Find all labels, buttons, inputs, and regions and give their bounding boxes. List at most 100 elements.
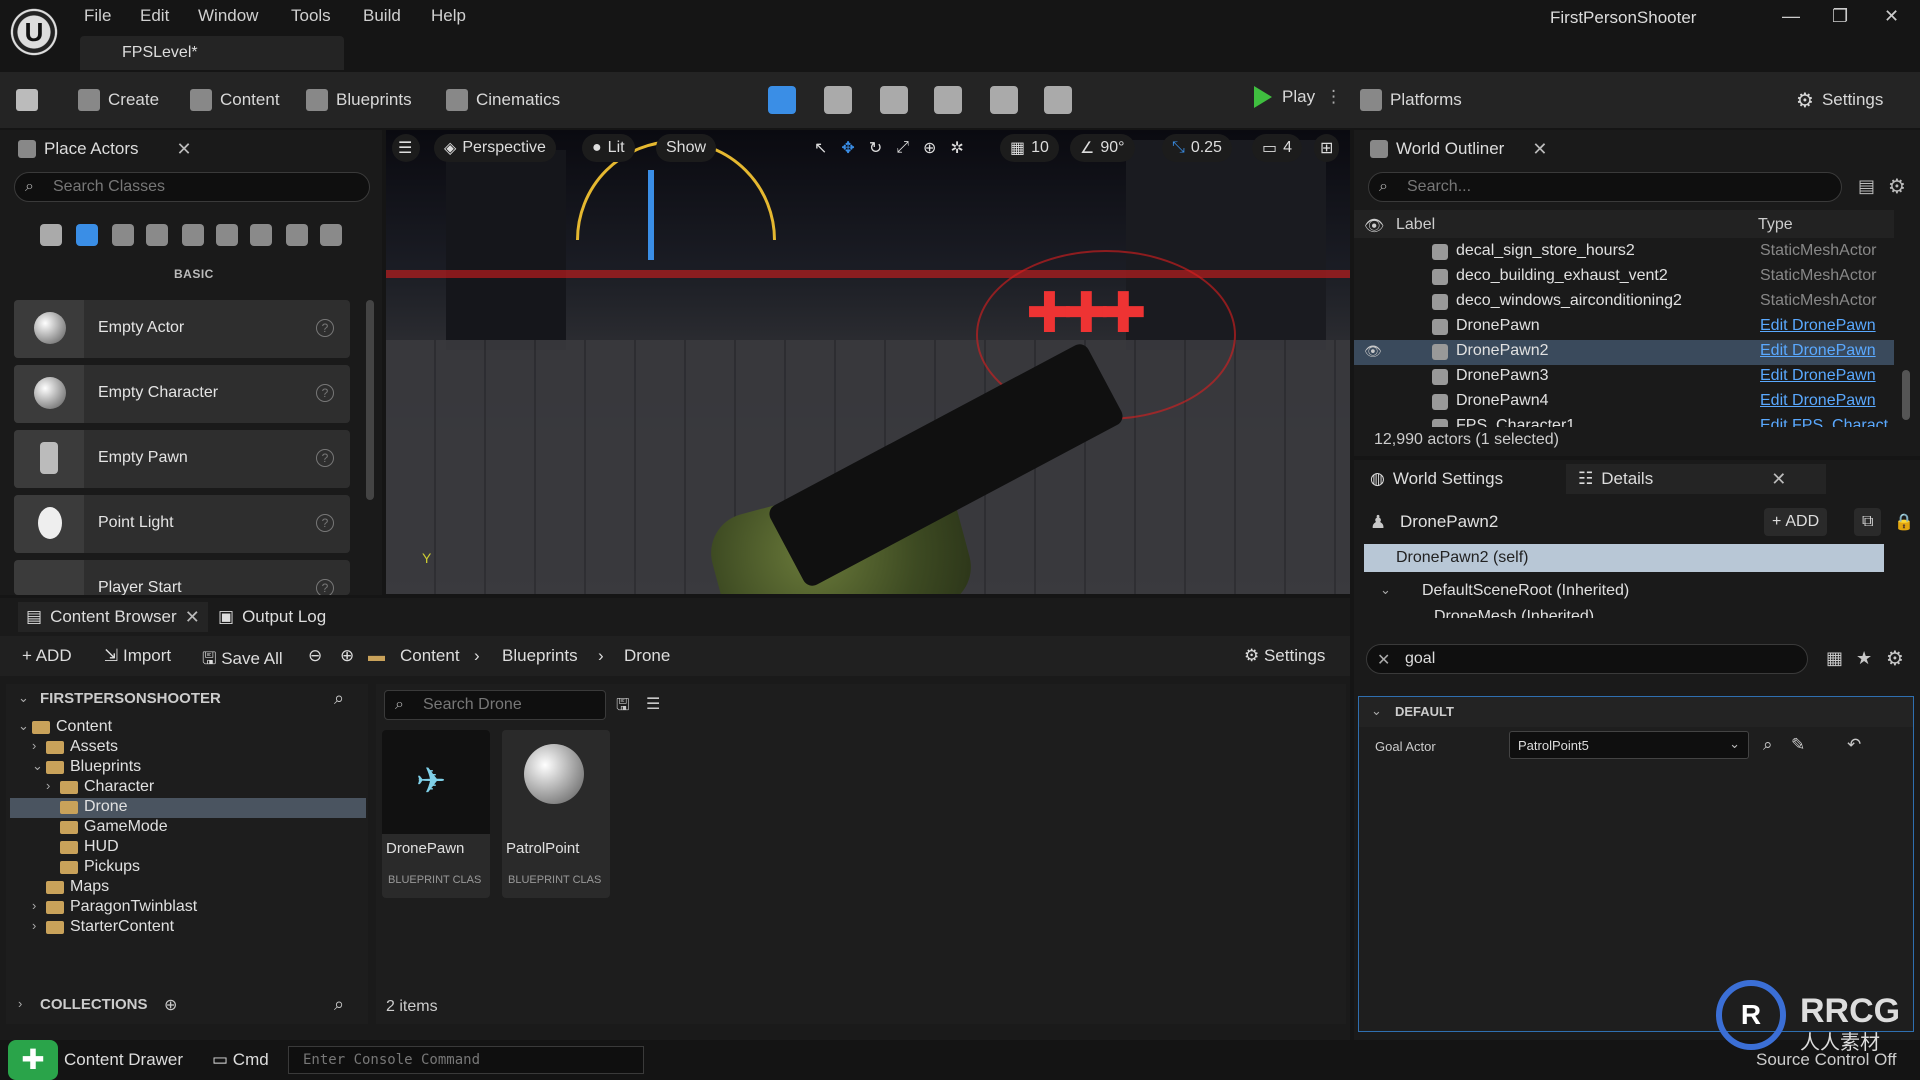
- lock-icon[interactable]: 🔒: [1894, 512, 1914, 532]
- select-icon[interactable]: ↖: [814, 138, 827, 158]
- rotate-icon[interactable]: ↻: [869, 138, 882, 158]
- save-all-button[interactable]: 🖫 Save All: [202, 646, 283, 675]
- outliner-search-input[interactable]: ⌕ Search...: [1368, 172, 1842, 202]
- outliner-row[interactable]: deco_windows_airconditioning2 StaticMeshA…: [1354, 290, 1894, 315]
- viewport-menu-icon[interactable]: ☰: [392, 134, 420, 162]
- save-search-icon[interactable]: 🖫: [616, 694, 630, 721]
- asset-tile-patrolpoint[interactable]: PatrolPoint BLUEPRINT CLAS: [502, 730, 610, 898]
- add-button[interactable]: + ADD: [22, 646, 72, 666]
- help-icon[interactable]: ?: [316, 449, 334, 467]
- help-icon[interactable]: ?: [316, 384, 334, 402]
- import-button[interactable]: ⇲ Import: [104, 646, 171, 666]
- edit-blueprint-link[interactable]: Edit FPS_Charact: [1760, 417, 1888, 427]
- type-column-header[interactable]: Type: [1758, 216, 1793, 234]
- geometry-category-icon[interactable]: [250, 224, 272, 246]
- outliner-row[interactable]: DronePawn4 Edit DronePawn: [1354, 390, 1894, 415]
- chevron-down-icon[interactable]: ⌄: [18, 690, 29, 706]
- tab-world-settings[interactable]: ◍ World Settings: [1370, 464, 1503, 494]
- eye-icon[interactable]: 👁: [1364, 343, 1382, 360]
- recent-icon[interactable]: [40, 224, 62, 246]
- select-mode-icon[interactable]: [768, 86, 796, 114]
- content-drawer-button[interactable]: Content Drawer: [64, 1050, 183, 1070]
- rotation-snap-button[interactable]: ∠ 90°: [1070, 134, 1135, 162]
- actor-item-point-light[interactable]: Point Light ?: [14, 495, 350, 553]
- tab-content-browser[interactable]: ▤ Content Browser ✕: [18, 602, 208, 632]
- menu-file[interactable]: File: [84, 6, 111, 26]
- actor-item-empty-actor[interactable]: Empty Actor ?: [14, 300, 350, 358]
- lights-category-icon[interactable]: [112, 224, 134, 246]
- help-icon[interactable]: ?: [316, 514, 334, 532]
- close-icon[interactable]: ✕: [177, 139, 192, 160]
- tree-folder-row[interactable]: HUD: [10, 838, 366, 858]
- outliner-row[interactable]: decal_sign_store_hours2 StaticMeshActor: [1354, 240, 1894, 265]
- platforms-button[interactable]: Platforms: [1360, 86, 1462, 114]
- outliner-row[interactable]: DronePawn Edit DronePawn: [1354, 315, 1894, 340]
- outliner-row[interactable]: deco_building_exhaust_vent2 StaticMeshAct…: [1354, 265, 1894, 290]
- tree-folder-row[interactable]: › Character: [10, 778, 366, 798]
- tab-details[interactable]: ☷ Details ✕: [1566, 464, 1826, 494]
- actor-item-player-start[interactable]: Player Start ?: [14, 560, 350, 595]
- move-icon[interactable]: ✥: [841, 138, 854, 158]
- close-icon[interactable]: ✕: [185, 607, 200, 628]
- details-search-input[interactable]: ✕ goal: [1366, 644, 1808, 674]
- component-row[interactable]: DroneMesh (Inherited): [1364, 604, 1884, 618]
- gear-icon[interactable]: ⚙: [1886, 646, 1904, 671]
- chevron-right-icon[interactable]: ›: [32, 898, 36, 913]
- chevron-right-icon[interactable]: ›: [32, 918, 36, 933]
- fracture-mode-icon[interactable]: [990, 86, 1018, 114]
- show-button[interactable]: Show: [656, 134, 717, 162]
- camera-speed-button[interactable]: ▭ 4: [1252, 134, 1303, 162]
- tree-folder-row[interactable]: ⌄ Blueprints: [10, 758, 366, 778]
- outliner-row[interactable]: FPS_Character1 Edit FPS_Charact: [1354, 415, 1894, 427]
- component-row-selected[interactable]: DronePawn2 (self): [1364, 544, 1884, 572]
- filter-icon[interactable]: ☰: [646, 694, 660, 714]
- volumes-category-icon[interactable]: [286, 224, 308, 246]
- tab-level[interactable]: FPSLevel*: [80, 36, 344, 70]
- world-space-icon[interactable]: ⊕: [923, 138, 936, 158]
- scrollbar[interactable]: [366, 300, 374, 500]
- tree-folder-row[interactable]: Maps: [10, 878, 366, 898]
- cb-settings-button[interactable]: ⚙ Settings: [1244, 646, 1325, 666]
- visual-effects-category-icon[interactable]: [216, 224, 238, 246]
- close-window-icon[interactable]: ✕: [1884, 6, 1899, 27]
- restore-icon[interactable]: ❐: [1832, 6, 1848, 27]
- close-icon[interactable]: ✕: [1532, 139, 1547, 160]
- search-classes-input[interactable]: ⌕ Search Classes: [14, 172, 370, 202]
- collections-header[interactable]: › COLLECTIONS ⊕ ⌕: [6, 990, 368, 1020]
- foliage-mode-icon[interactable]: [880, 86, 908, 114]
- level-viewport[interactable]: ✚✚✚ ☰ ◈ Perspective ● Lit Show ↖ ✥ ↻ ⤢ ⊕ ✲…: [386, 130, 1350, 594]
- minimize-icon[interactable]: —: [1782, 6, 1800, 27]
- chevron-right-icon[interactable]: ›: [32, 738, 36, 753]
- add-green-icon[interactable]: ✚: [8, 1040, 58, 1080]
- tab-output-log[interactable]: ▣ Output Log: [218, 602, 326, 632]
- menu-build[interactable]: Build: [363, 6, 401, 26]
- asset-tile-dronepawn[interactable]: ✈ DronePawn BLUEPRINT CLAS: [382, 730, 490, 898]
- breadcrumb-content[interactable]: Content: [400, 646, 460, 666]
- cmd-button[interactable]: ▭ Cmd: [212, 1050, 269, 1070]
- gear-icon[interactable]: ⚙: [1888, 174, 1906, 199]
- brush-edit-mode-icon[interactable]: [1044, 86, 1072, 114]
- create-button[interactable]: Create: [78, 86, 159, 114]
- browse-icon[interactable]: ⌕: [1763, 735, 1773, 755]
- component-row[interactable]: ⌄ DefaultSceneRoot (Inherited): [1364, 578, 1884, 604]
- table-view-icon[interactable]: ▦: [1826, 648, 1843, 669]
- unreal-logo-icon[interactable]: U: [8, 6, 60, 58]
- tab-place-actors[interactable]: Place Actors ✕: [18, 134, 192, 164]
- tree-folder-row[interactable]: › Assets: [10, 738, 366, 758]
- breadcrumb-blueprints[interactable]: Blueprints: [502, 646, 578, 666]
- edit-blueprint-link[interactable]: Edit DronePawn: [1760, 367, 1876, 385]
- all-classes-category-icon[interactable]: [320, 224, 342, 246]
- scrollbar[interactable]: [1902, 370, 1910, 420]
- mesh-paint-mode-icon[interactable]: [934, 86, 962, 114]
- scale-icon[interactable]: ⤢: [896, 139, 909, 157]
- close-icon[interactable]: ✕: [1771, 469, 1786, 490]
- actor-item-empty-character[interactable]: Empty Character ?: [14, 365, 350, 423]
- play-button[interactable]: Play ⋮: [1254, 86, 1342, 108]
- search-icon[interactable]: ⌕: [334, 994, 344, 1015]
- tree-folder-row[interactable]: Pickups: [10, 858, 366, 878]
- shapes-category-icon[interactable]: [146, 224, 168, 246]
- tree-folder-row[interactable]: GameMode: [10, 818, 366, 838]
- perspective-button[interactable]: ◈ Perspective: [434, 134, 556, 162]
- edit-blueprint-link[interactable]: Edit DronePawn: [1760, 317, 1876, 335]
- clear-search-icon[interactable]: ✕: [1377, 650, 1390, 670]
